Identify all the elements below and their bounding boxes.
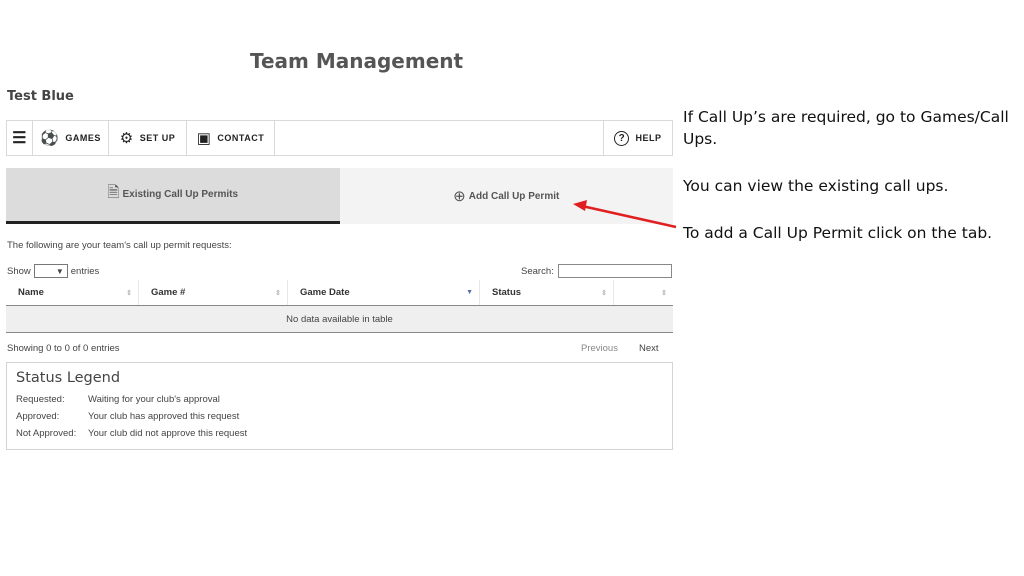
tab-existing-label: Existing Call Up Permits xyxy=(122,189,239,200)
column-header-status[interactable]: Status ⇕ xyxy=(480,280,614,305)
column-header-name[interactable]: Name ⇕ xyxy=(6,280,139,305)
intro-text: The following are your team's call up pe… xyxy=(7,240,232,251)
table-info: Showing 0 to 0 of 0 entries xyxy=(7,343,120,354)
column-status-label: Status xyxy=(492,287,522,298)
show-entries: Show ▼ entries xyxy=(7,264,99,278)
sort-icon: ⇕ xyxy=(601,289,607,297)
sort-icon: ⇕ xyxy=(275,289,281,297)
sort-icon: ⇕ xyxy=(661,289,667,297)
sort-icon: ⇕ xyxy=(126,289,132,297)
instruction-note-add: To add a Call Up Permit click on the tab… xyxy=(683,224,993,242)
legend-title: Status Legend xyxy=(16,370,121,386)
column-date-label: Game Date xyxy=(300,287,350,298)
soccer-ball-icon: ⚽ xyxy=(40,130,60,147)
team-name: Test Blue xyxy=(7,89,74,104)
legend-row: Not Approved: Your club did not approve … xyxy=(16,428,663,445)
legend-key: Requested: xyxy=(16,394,65,405)
legend-value: Waiting for your club's approval xyxy=(88,394,220,405)
column-header-actions[interactable]: ⇕ xyxy=(614,280,673,305)
sort-desc-icon: ▼ xyxy=(466,289,473,296)
contact-card-icon: ▣ xyxy=(196,130,212,147)
next-button[interactable]: Next xyxy=(639,343,659,354)
document-icon: 🗎 xyxy=(107,184,120,201)
tab-add-label: Add Call Up Permit xyxy=(468,190,560,202)
legend-value: Your club has approved this request xyxy=(88,411,240,422)
status-legend: Status Legend Requested: Waiting for you… xyxy=(6,362,673,450)
search-area: Search: xyxy=(521,264,672,278)
legend-row: Approved: Your club has approved this re… xyxy=(16,411,663,428)
table-header: Name ⇕ Game # ⇕ Game Date ▼ Status ⇕ ⇕ xyxy=(6,280,673,306)
legend-value: Your club did not approve this request xyxy=(88,428,248,439)
nav-help[interactable]: ? HELP xyxy=(604,121,672,155)
legend-row: Requested: Waiting for your club's appro… xyxy=(16,394,663,411)
previous-button[interactable]: Previous xyxy=(581,343,618,354)
column-header-game-date[interactable]: Game Date ▼ xyxy=(288,280,480,305)
entries-select[interactable]: ▼ xyxy=(33,264,68,278)
nav-contact-label: CONTACT xyxy=(217,133,265,143)
legend-key: Not Approved: xyxy=(16,428,77,439)
permits-table: Name ⇕ Game # ⇕ Game Date ▼ Status ⇕ ⇕ N… xyxy=(6,280,673,333)
pagination: Previous Next xyxy=(581,343,659,354)
legend-key: Approved: xyxy=(16,411,60,422)
tab-add-call-up-permit[interactable]: ⊕ Add Call Up Permit xyxy=(339,168,673,224)
nav-help-label: HELP xyxy=(635,133,662,143)
table-empty-row: No data available in table xyxy=(6,306,673,333)
show-suffix: entries xyxy=(70,265,100,277)
top-navbar: ☰ ⚽ GAMES ⚙ SET UP ▣ CONTACT ? HELP xyxy=(6,120,673,156)
nav-setup-label: SET UP xyxy=(139,133,176,143)
tab-existing-call-up-permits[interactable]: 🗎 Existing Call Up Permits xyxy=(6,168,340,224)
instruction-note-games: If Call Up’s are required, go to Games/C… xyxy=(683,108,1009,148)
chevron-down-icon: ▼ xyxy=(55,266,64,276)
nav-setup[interactable]: ⚙ SET UP xyxy=(109,121,187,155)
column-header-game-number[interactable]: Game # ⇕ xyxy=(139,280,288,305)
column-game-label: Game # xyxy=(151,287,186,298)
column-name-label: Name xyxy=(18,287,44,298)
nav-contact[interactable]: ▣ CONTACT xyxy=(187,121,275,155)
nav-games[interactable]: ⚽ GAMES xyxy=(33,121,109,155)
show-prefix: Show xyxy=(7,265,31,277)
hamburger-icon[interactable]: ☰ xyxy=(7,121,33,155)
nav-spacer xyxy=(275,121,604,155)
instruction-note-view: You can view the existing call ups. xyxy=(683,177,949,195)
nav-games-label: GAMES xyxy=(65,133,101,143)
search-input[interactable] xyxy=(557,264,672,278)
page-title: Team Management xyxy=(250,49,464,73)
plus-circle-icon: ⊕ xyxy=(453,188,466,205)
permit-tabs: 🗎 Existing Call Up Permits ⊕ Add Call Up… xyxy=(6,168,673,224)
gear-icon: ⚙ xyxy=(119,130,134,147)
question-circle-icon: ? xyxy=(614,130,630,146)
search-label: Search: xyxy=(521,265,554,277)
